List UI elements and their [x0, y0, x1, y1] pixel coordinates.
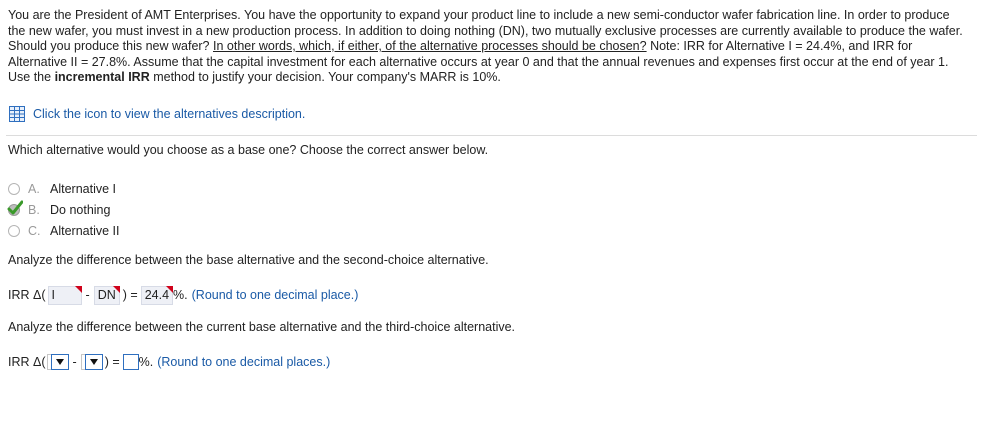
option-c[interactable]: C. Alternative II — [8, 220, 119, 241]
irr-value-input[interactable] — [122, 354, 139, 370]
option-letter: B. — [28, 202, 40, 217]
alternatives-link-text[interactable]: Click the icon to view the alternatives … — [33, 107, 305, 121]
problem-text-part3: method to justify your decision. Your co… — [149, 70, 501, 84]
radio-button-selected[interactable] — [7, 200, 23, 216]
irr-value-answer[interactable]: 24.4 — [140, 285, 174, 305]
table-icon[interactable] — [9, 106, 25, 122]
question1-prompt: Which alternative would you choose as a … — [8, 143, 489, 157]
option-text: Alternative I — [50, 181, 117, 196]
radio-button[interactable] — [8, 224, 20, 237]
close-equals: ) = — [104, 355, 120, 369]
option-text: Alternative II — [50, 223, 120, 238]
second-alternative-dropdown[interactable] — [80, 354, 103, 370]
second-alternative-answer[interactable]: DN — [93, 285, 120, 305]
percent-sign: %. — [173, 288, 188, 302]
problem-bold-method: incremental IRR — [54, 70, 150, 84]
option-a[interactable]: A. Alternative I — [8, 178, 119, 199]
radio-button[interactable] — [8, 182, 20, 195]
close-equals: ) = — [122, 288, 138, 302]
first-alternative-answer[interactable]: I — [47, 285, 82, 305]
first-alternative-dropdown[interactable] — [46, 354, 69, 370]
first-alternative-value: I — [51, 287, 55, 302]
question2-answer-row: IRR Δ( I - DN ) = 24.4 %. (Round to one … — [8, 285, 358, 305]
alternatives-description-link[interactable]: Click the icon to view the alternatives … — [9, 106, 305, 122]
rounding-note: (Round to one decimal place.) — [191, 288, 359, 302]
rounding-note: (Round to one decimal places.) — [157, 355, 331, 369]
incorrect-flag-icon — [74, 285, 82, 293]
problem-underlined-question: In other words, which, if either, of the… — [213, 39, 647, 53]
question3-answer-row: IRR Δ( - ) = %. (Round to one decimal pl… — [8, 352, 330, 372]
percent-sign: %. — [138, 355, 154, 369]
checkmark-icon — [7, 200, 23, 214]
problem-statement: You are the President of AMT Enterprises… — [8, 8, 970, 86]
option-letter: A. — [28, 181, 40, 196]
incorrect-flag-icon — [166, 285, 174, 293]
option-text: Do nothing — [50, 202, 111, 217]
irr-delta-label: IRR Δ( — [8, 355, 46, 369]
answer-options: A. Alternative I B. Do nothing C. Altern… — [7, 178, 119, 241]
question2-prompt: Analyze the difference between the base … — [8, 253, 489, 267]
question3-prompt: Analyze the difference between the curre… — [8, 320, 516, 334]
section-divider — [6, 135, 977, 136]
incorrect-flag-icon — [112, 285, 120, 293]
option-b[interactable]: B. Do nothing — [7, 199, 119, 220]
dropdown-arrow-icon[interactable] — [50, 354, 69, 370]
option-letter: C. — [28, 223, 41, 238]
dropdown-arrow-icon[interactable] — [84, 354, 103, 370]
minus-sign: - — [72, 355, 77, 369]
minus-sign: - — [85, 288, 90, 302]
irr-delta-label: IRR Δ( — [8, 288, 46, 302]
